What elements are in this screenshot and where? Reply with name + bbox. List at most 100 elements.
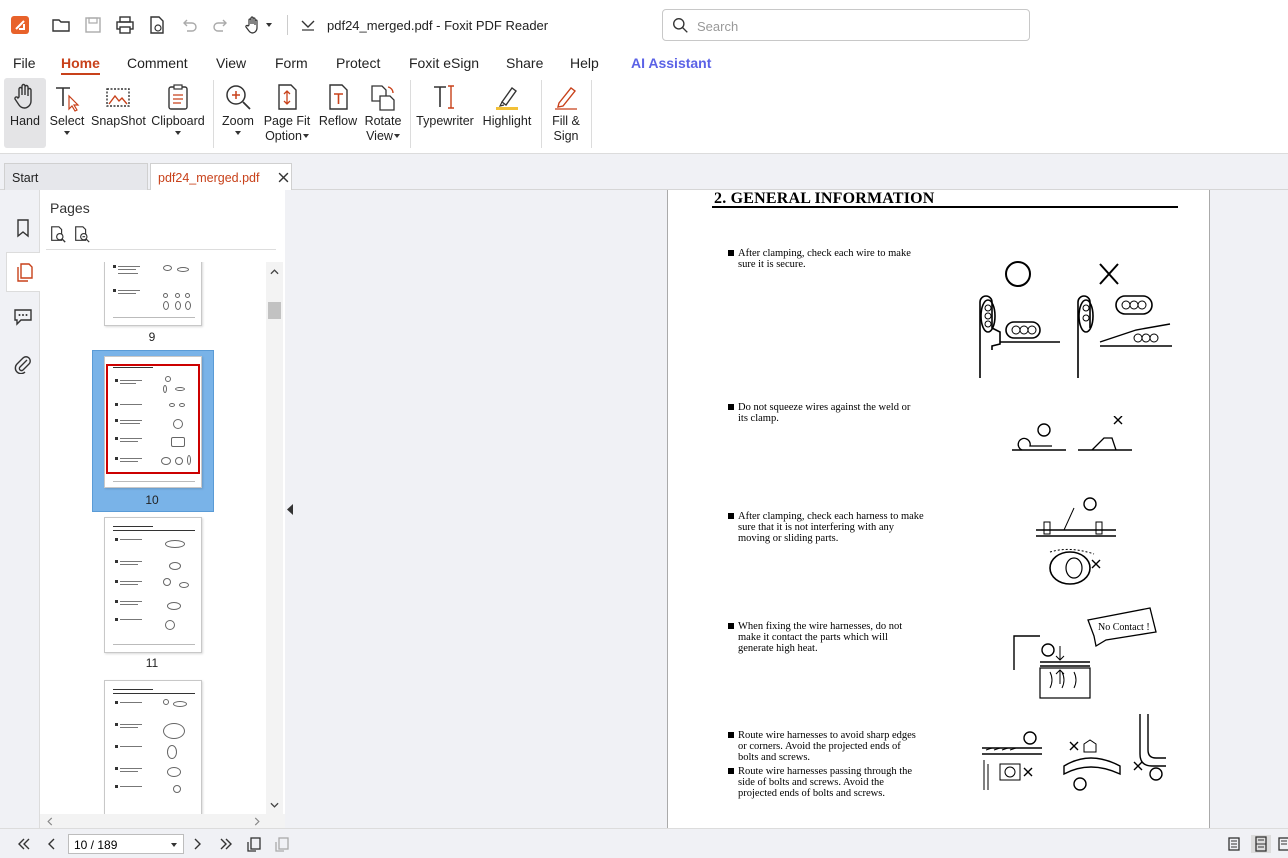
next-page-icon[interactable]: [187, 835, 207, 853]
foxit-logo-icon: [9, 14, 31, 36]
tab-pdf24-merged[interactable]: pdf24_merged.pdf: [150, 163, 292, 190]
search-input[interactable]: [697, 16, 1017, 36]
thumbnail-horizontal-scrollbar[interactable]: [40, 814, 285, 828]
ribbon-separator: [410, 80, 411, 148]
sign-label: Sign: [553, 129, 579, 143]
select-text-icon: [49, 78, 85, 114]
foxit-window: pdf24_merged.pdf - Foxit PDF Reader File…: [0, 0, 1288, 858]
menu-help[interactable]: Help: [570, 55, 599, 71]
hand-label: Hand: [10, 114, 40, 128]
menu-protect[interactable]: Protect: [336, 55, 380, 71]
reflow-button[interactable]: Reflow: [318, 78, 358, 148]
zoom-icon: [220, 78, 256, 114]
menu-comment[interactable]: Comment: [127, 55, 188, 71]
rotate-view-button[interactable]: Rotate View: [363, 78, 403, 148]
print-icon[interactable]: [114, 14, 136, 36]
close-icon[interactable]: [278, 172, 289, 183]
last-page-icon[interactable]: [216, 835, 236, 853]
chevron-down-icon: [235, 131, 241, 135]
redo-icon[interactable]: [210, 14, 232, 36]
typewriter-button[interactable]: Typewriter: [416, 78, 474, 148]
tab-start[interactable]: Start: [4, 163, 148, 190]
hand-icon: [4, 78, 46, 114]
menu-foxit-esign[interactable]: Foxit eSign: [409, 55, 479, 71]
highlight-button[interactable]: Highlight: [479, 78, 535, 148]
first-page-icon[interactable]: [14, 835, 34, 853]
bullet-line: generate high heat.: [738, 643, 818, 654]
sharp-edges-illustration: [982, 714, 1166, 791]
menu-bar: File Home Comment View Form Protect Foxi…: [0, 50, 1288, 76]
panel-collapse-strip: [285, 190, 297, 828]
bullet-item: Route wire harnesses passing through the…: [728, 766, 934, 799]
bullet-line: When fixing the wire harnesses, do not: [738, 621, 903, 632]
thumbnail-zoom-in-icon[interactable]: [49, 225, 67, 243]
page-thumbnail-12[interactable]: [104, 680, 202, 814]
page-fit-label: Page Fit: [263, 114, 311, 128]
snapshot-label: SnapShot: [91, 114, 146, 128]
scroll-left-icon[interactable]: [46, 817, 53, 826]
page-label-10: 10: [145, 493, 159, 507]
title-bar: pdf24_merged.pdf - Foxit PDF Reader: [0, 0, 1288, 50]
ribbon-separator: [541, 80, 542, 148]
page-thumbnail-10[interactable]: [104, 356, 202, 488]
typewriter-label: Typewriter: [416, 114, 474, 128]
hand-button[interactable]: Hand: [4, 78, 46, 148]
bullet-line: make it contact the parts which will: [738, 632, 888, 643]
search-box[interactable]: [662, 9, 1030, 41]
clipboard-button[interactable]: Clipboard: [150, 78, 206, 148]
scrollbar-thumb[interactable]: [268, 302, 281, 319]
scroll-right-icon[interactable]: [254, 817, 261, 826]
hand-tool-icon[interactable]: [242, 14, 264, 36]
page-thumbnail-9[interactable]: [104, 262, 202, 326]
menu-ai-assistant[interactable]: AI Assistant: [631, 55, 711, 71]
ribbon-separator: [213, 80, 214, 148]
open-file-icon[interactable]: [50, 14, 72, 36]
properties-icon[interactable]: [146, 14, 168, 36]
continuous-view-icon[interactable]: [1251, 835, 1271, 853]
chevron-down-icon: [175, 131, 181, 135]
document-view[interactable]: 2. GENERAL INFORMATION After clamping, c…: [297, 190, 1288, 828]
thumbnail-zoom-out-icon[interactable]: [73, 225, 91, 243]
previous-page-icon[interactable]: [42, 835, 62, 853]
menu-home[interactable]: Home: [61, 55, 100, 75]
navigation-strip: [0, 190, 40, 828]
save-icon[interactable]: [82, 14, 104, 36]
fill-sign-button[interactable]: Fill & Sign: [547, 78, 585, 148]
page-number-input[interactable]: [74, 837, 164, 852]
undo-icon[interactable]: [178, 14, 200, 36]
select-button[interactable]: Select: [49, 78, 85, 148]
scroll-down-icon[interactable]: [270, 802, 279, 809]
thumbnail-vertical-scrollbar[interactable]: [266, 262, 283, 814]
snapshot-button[interactable]: SnapShot: [91, 78, 146, 148]
zoom-button[interactable]: Zoom: [220, 78, 256, 148]
bullet-line: sure that it is not interfering with any: [738, 522, 895, 533]
scroll-up-icon[interactable]: [270, 268, 279, 275]
pages-panel-icon[interactable]: [6, 252, 40, 292]
menu-share[interactable]: Share: [506, 55, 543, 71]
attachments-icon[interactable]: [6, 344, 40, 384]
bullet-line: projected ends of bolts and screws.: [738, 788, 885, 799]
page-thumbnail-11[interactable]: [104, 517, 202, 653]
menu-form[interactable]: Form: [275, 55, 308, 71]
menu-view[interactable]: View: [216, 55, 246, 71]
page-number-box[interactable]: [68, 834, 184, 854]
facing-view-icon[interactable]: [1276, 835, 1288, 853]
clipboard-label: Clipboard: [151, 114, 205, 128]
page-fit-option-button[interactable]: Page Fit Option: [262, 78, 312, 148]
comments-icon[interactable]: [6, 296, 40, 336]
moving-parts-illustration: [1036, 497, 1116, 585]
previous-view-icon[interactable]: [244, 835, 264, 853]
chevron-down-icon[interactable]: [262, 14, 274, 36]
thumbnail-list: 9 10 11: [40, 262, 266, 814]
bookmarks-icon[interactable]: [6, 208, 40, 248]
pages-panel: Pages 9 10 11: [40, 190, 285, 828]
page-label-11: 11: [145, 656, 159, 670]
chevron-down-icon[interactable]: [171, 843, 177, 847]
single-page-view-icon[interactable]: [1224, 835, 1244, 853]
page-label-9: 9: [148, 330, 156, 344]
menu-file[interactable]: File: [13, 55, 36, 71]
next-view-icon[interactable]: [272, 835, 292, 853]
customize-chevron-icon[interactable]: [297, 14, 319, 36]
bullet-line: Route wire harnesses to avoid sharp edge…: [738, 730, 916, 741]
collapse-panel-icon[interactable]: [287, 504, 294, 515]
